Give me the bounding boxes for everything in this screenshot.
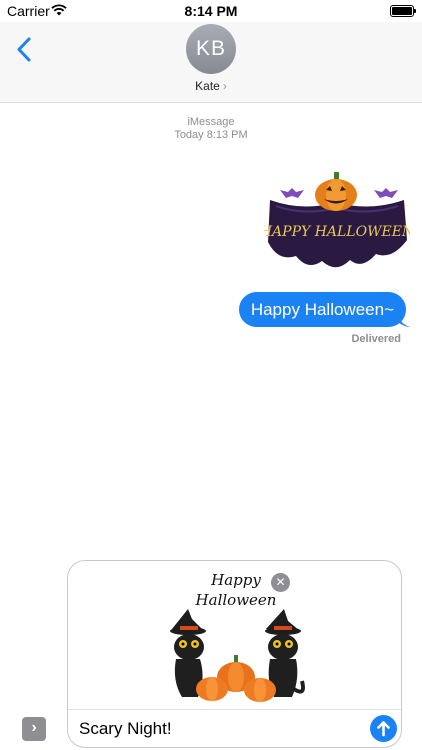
message-input[interactable] — [79, 716, 359, 742]
sticker-lettering: HAPPY HALLOWEEN — [264, 224, 410, 240]
app-drawer-button[interactable]: › — [22, 717, 46, 741]
chevron-right-icon: › — [222, 79, 227, 93]
service-label: iMessage — [187, 116, 235, 128]
remove-attachment-button[interactable]: ✕ — [271, 573, 290, 592]
avatar[interactable]: KB — [186, 24, 236, 74]
back-chevron-icon — [17, 37, 31, 62]
conversation-header: KB Kate › — [0, 22, 422, 103]
message-composer: Happy Halloween ✕ Scary Night! — [67, 560, 402, 748]
send-button[interactable] — [370, 715, 397, 742]
sent-message-bubble[interactable]: Happy Halloween~ — [238, 292, 406, 327]
back-button[interactable] — [14, 36, 36, 64]
clock: 8:14 PM — [184, 3, 238, 19]
halloween-banner-sticker[interactable]: HAPPY HALLOWEEN — [264, 170, 410, 273]
attachment-caption-line1: Happy — [210, 571, 261, 589]
composer-divider — [68, 709, 401, 710]
halloween-cats-attachment[interactable]: Happy Halloween — [162, 569, 310, 705]
pumpkin-icon — [315, 172, 357, 211]
bat-icon — [280, 188, 304, 198]
delivery-status: Delivered — [351, 333, 401, 345]
battery-icon — [390, 5, 416, 17]
bat-icon — [374, 188, 398, 198]
status-bar: Carrier 8:14 PM — [0, 0, 422, 22]
contact-name: Kate — [195, 79, 220, 93]
close-icon: ✕ — [275, 575, 286, 589]
attachment-caption-line2: Halloween — [195, 591, 277, 609]
pumpkin-icon — [196, 655, 276, 702]
send-arrow-icon — [377, 721, 390, 737]
message-timestamp: Today 8:13 PM — [174, 129, 248, 141]
app-drawer-icon: › — [31, 719, 37, 736]
contact-name-button[interactable]: Kate › — [0, 79, 422, 93]
bubble-tail — [398, 313, 411, 327]
